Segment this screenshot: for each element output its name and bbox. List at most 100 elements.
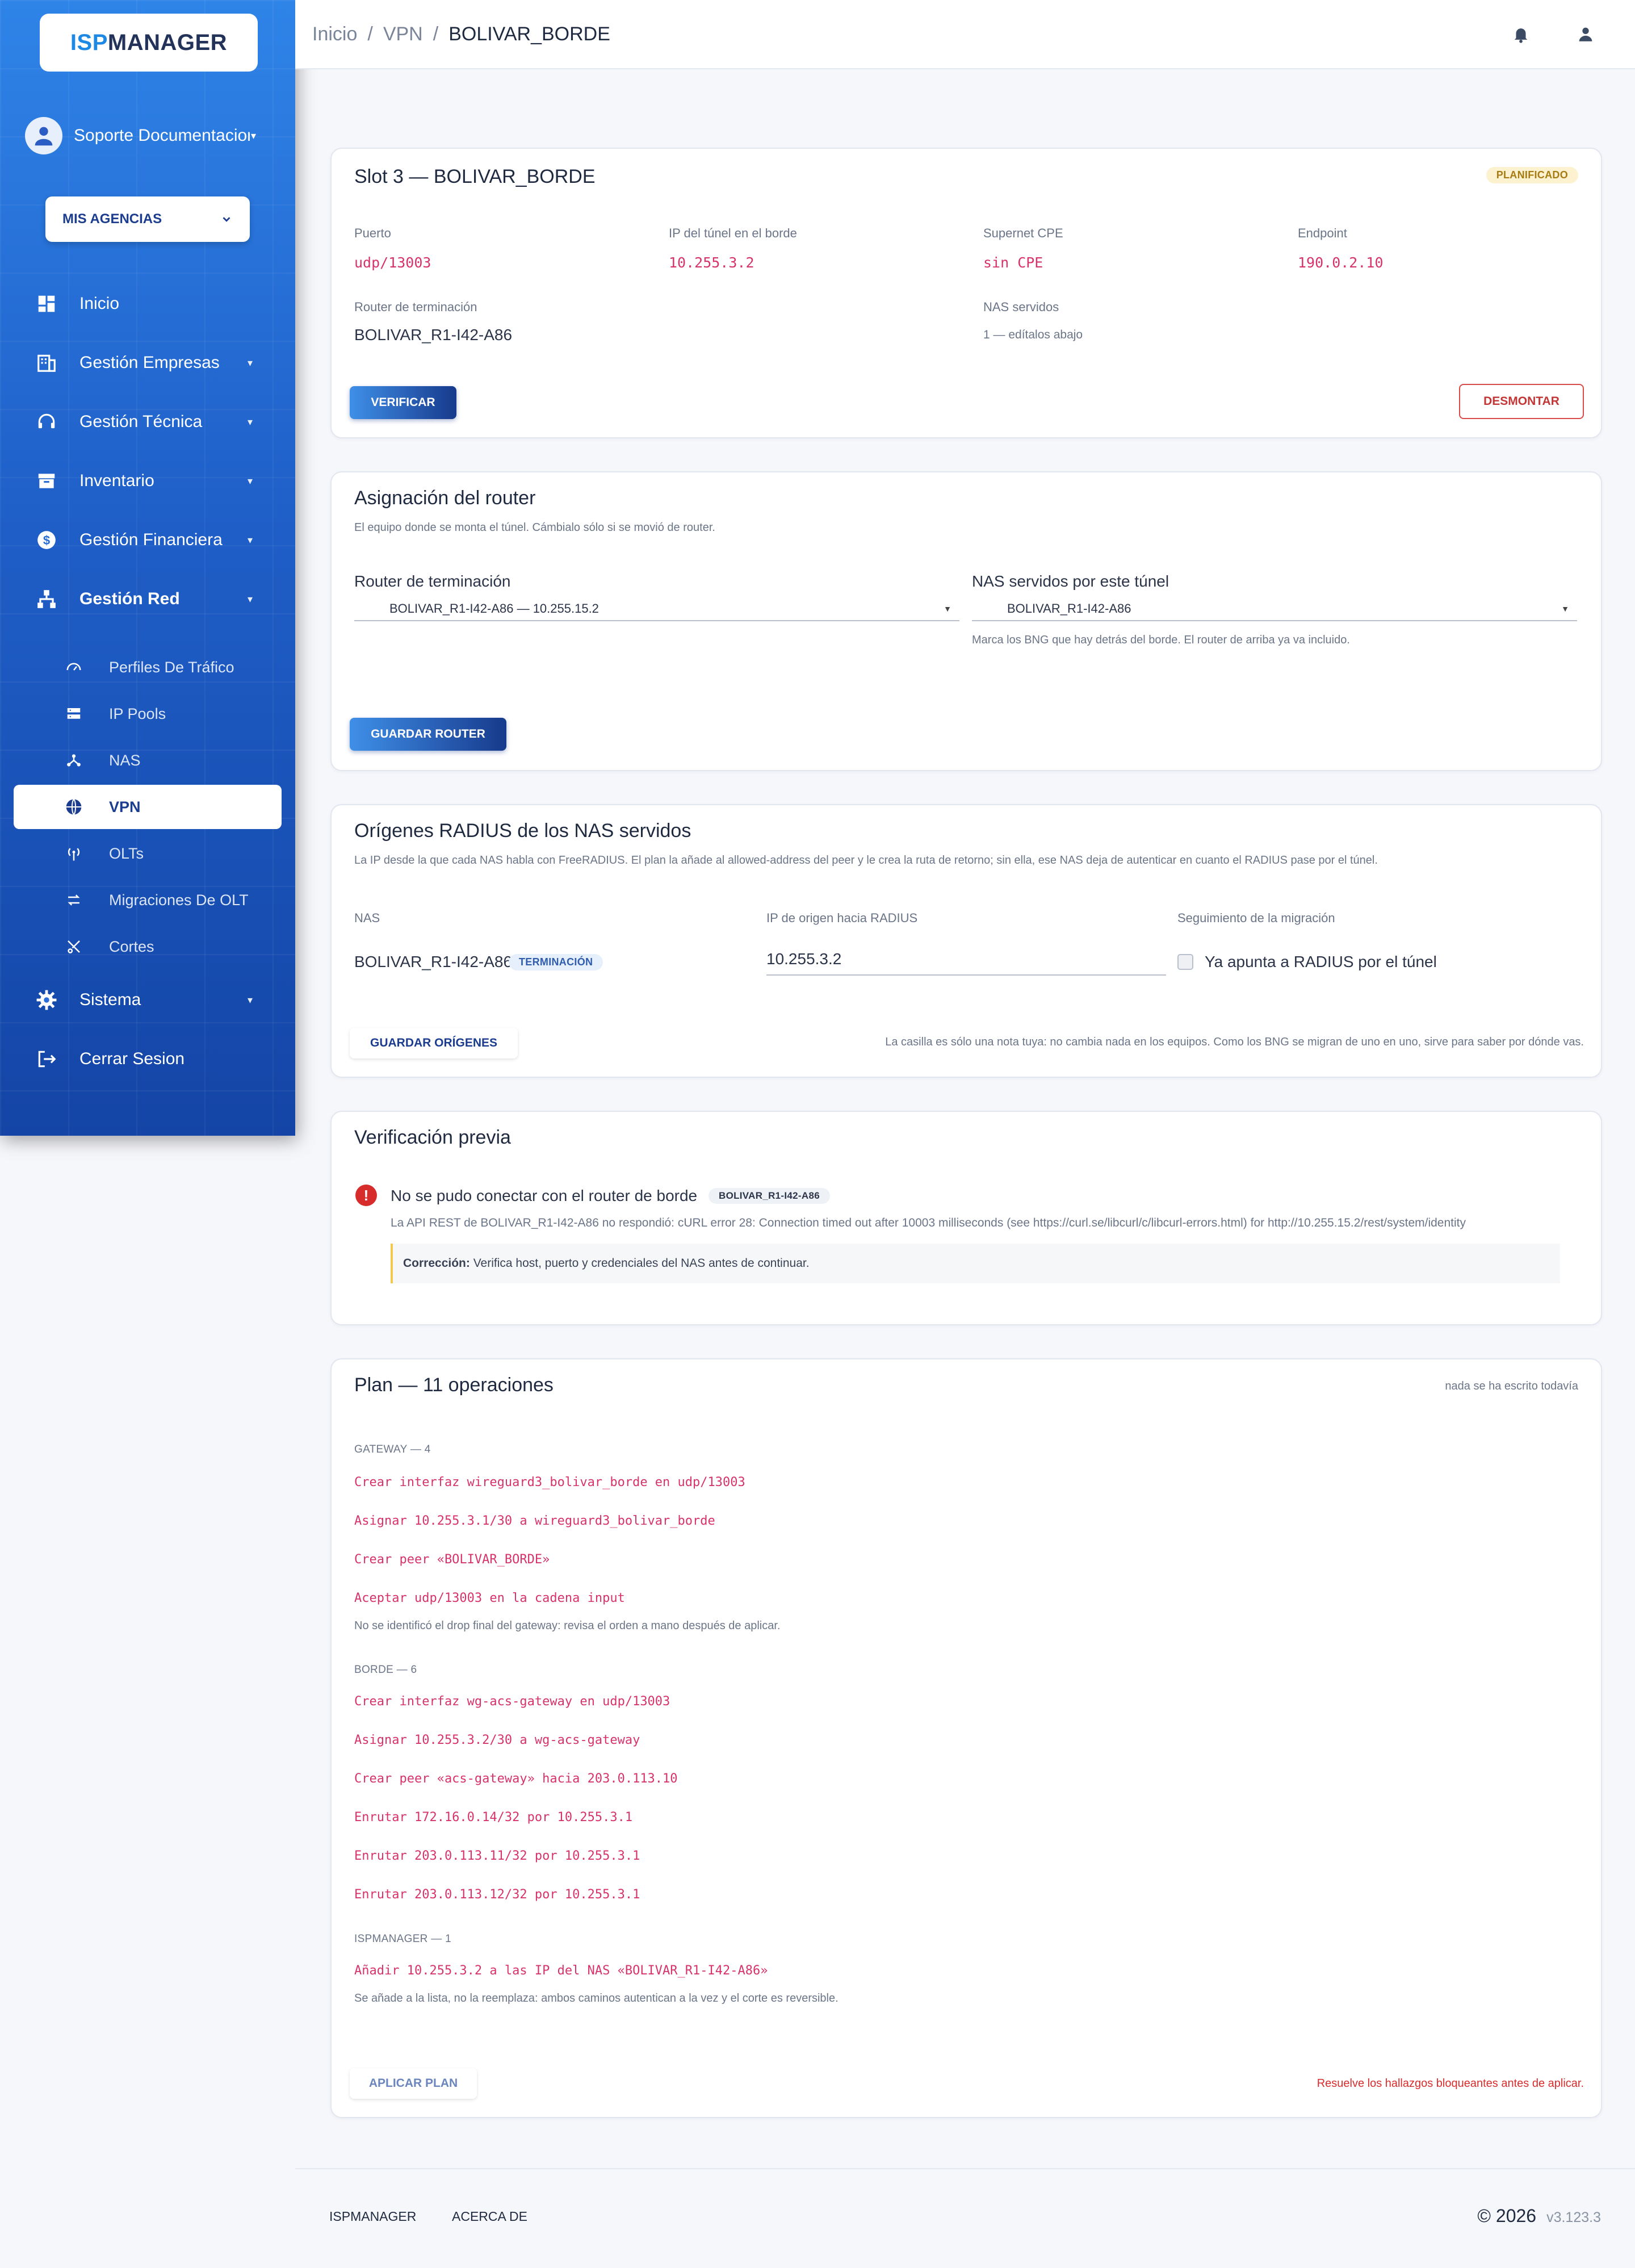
nas-select[interactable]: BOLIVAR_R1-I42-A86 ▼ <box>972 597 1577 621</box>
borde-section-title: BORDE — 6 <box>354 1664 417 1676</box>
plan-title: Plan — 11 operaciones <box>354 1374 554 1396</box>
nav-gestion-financiera[interactable]: $ Gestión Financiera ▾ <box>0 520 295 560</box>
radius-source-ip-value: 10.255.3.2 <box>766 950 842 968</box>
headset-icon <box>34 409 59 434</box>
plan-card: Plan — 11 operaciones nada se ha escrito… <box>330 1358 1602 2118</box>
column-header-tracking: Seguimiento de la migración <box>1177 911 1335 925</box>
nas-select-hint: Marca los BNG que hay detrás del borde. … <box>972 634 1350 646</box>
nas-row-name: BOLIVAR_R1-I42-A86 <box>354 953 513 970</box>
radius-tunnel-checkbox[interactable] <box>1177 954 1193 970</box>
gear-icon <box>34 987 59 1012</box>
nav-label: Sistema <box>79 990 141 1009</box>
user-account-icon[interactable] <box>1571 20 1600 48</box>
correction-label: Corrección: <box>403 1257 470 1270</box>
radius-tunnel-checkbox-label[interactable]: Ya apunta a RADIUS por el túnel <box>1205 953 1437 971</box>
column-header-ip: IP de origen hacia RADIUS <box>766 911 918 925</box>
termination-badge: TERMINACIÓN <box>509 954 603 970</box>
subnav-cortes[interactable]: Cortes <box>0 927 295 966</box>
dashboard-icon <box>34 291 59 316</box>
nav-inventario[interactable]: Inventario ▾ <box>0 461 295 501</box>
subnav-migraciones-olt[interactable]: Migraciones De OLT <box>0 880 295 920</box>
chevron-down-icon: ▾ <box>248 534 253 546</box>
plan-operation: Asignar 10.255.3.1/30 a wireguard3_boliv… <box>354 1514 715 1528</box>
chevron-down-icon <box>223 217 230 222</box>
chevron-down-icon: ▾ <box>248 994 253 1006</box>
gateway-section-title: GATEWAY — 4 <box>354 1443 431 1455</box>
nav-label: Inventario <box>79 471 154 490</box>
router-value: BOLIVAR_R1-I42-A86 <box>354 326 513 344</box>
chevron-down-icon: ▾ <box>248 357 253 369</box>
subnav-perfiles-trafico[interactable]: Perfiles De Tráfico <box>0 647 295 687</box>
verification-title: Verificación previa <box>354 1127 511 1148</box>
ispmanager-section-title: ISPMANAGER — 1 <box>354 1933 452 1945</box>
save-router-button[interactable]: GUARDAR ROUTER <box>350 718 506 751</box>
radius-note: La casilla es sólo una nota tuya: no cam… <box>885 1036 1584 1048</box>
plan-operation: Asignar 10.255.3.2/30 a wg-acs-gateway <box>354 1733 640 1747</box>
agency-selector-button[interactable]: MIS AGENCIAS <box>45 196 250 242</box>
logout-icon <box>34 1047 59 1072</box>
dropdown-arrow-icon: ▼ <box>944 604 951 613</box>
footer-meta: © 2026 v3.123.3 <box>1477 2206 1601 2227</box>
slot-card: Slot 3 — BOLIVAR_BORDE PLANIFICADO Puert… <box>330 148 1602 438</box>
router-select[interactable]: BOLIVAR_R1-I42-A86 — 10.255.15.2 ▼ <box>354 597 959 621</box>
subnav-label: Perfiles De Tráfico <box>109 658 234 676</box>
plan-operation: Enrutar 203.0.113.11/32 por 10.255.3.1 <box>354 1849 640 1863</box>
router-select-value: BOLIVAR_R1-I42-A86 — 10.255.15.2 <box>389 601 599 616</box>
correction-text: Verifica host, puerto y credenciales del… <box>473 1257 810 1270</box>
subnav-olts[interactable]: OLTs <box>0 834 295 873</box>
breadcrumb: Inicio / VPN / BOLIVAR_BORDE <box>312 23 610 45</box>
bell-icon[interactable] <box>1507 20 1535 48</box>
nav-cerrar-sesion[interactable]: Cerrar Sesion <box>0 1039 295 1079</box>
plan-operation: Crear peer «acs-gateway» hacia 203.0.113… <box>354 1772 678 1786</box>
tunnel-ip-value: 10.255.3.2 <box>669 254 754 271</box>
nav-label: Cerrar Sesion <box>79 1049 185 1068</box>
subnav-label: IP Pools <box>109 705 166 722</box>
chevron-down-icon: ▾ <box>251 129 257 141</box>
logo-isp-text: ISP <box>70 30 108 55</box>
save-origins-button[interactable]: GUARDAR ORÍGENES <box>350 1028 518 1058</box>
supernet-value: sin CPE <box>983 254 1043 271</box>
nav-gestion-red[interactable]: Gestión Red ▾ <box>0 579 295 619</box>
breadcrumb-vpn[interactable]: VPN <box>383 23 423 45</box>
correction-box: Corrección: Verifica host, puerto y cred… <box>391 1244 1560 1283</box>
breadcrumb-inicio[interactable]: Inicio <box>312 23 357 45</box>
radius-source-ip-input[interactable]: 10.255.3.2 <box>766 944 1166 976</box>
nav-label: Gestión Financiera <box>79 530 223 549</box>
nav-gestion-tecnica[interactable]: Gestión Técnica ▾ <box>0 402 295 442</box>
nav-sistema[interactable]: Sistema ▾ <box>0 980 295 1020</box>
endpoint-value: 190.0.2.10 <box>1298 254 1384 271</box>
router-label: Router de terminación <box>354 300 477 314</box>
archive-icon <box>34 468 59 493</box>
blocking-warning: Resuelve los hallazgos bloqueantes antes… <box>1317 2077 1584 2090</box>
subnav-vpn[interactable]: VPN <box>14 785 282 829</box>
nav-gestion-empresas[interactable]: Gestión Empresas ▾ <box>0 343 295 383</box>
assignment-title: Asignación del router <box>354 487 536 509</box>
subnav-nas[interactable]: NAS <box>0 740 295 780</box>
footer: ISPMANAGER ACERCA DE © 2026 v3.123.3 <box>295 2168 1635 2268</box>
column-header-nas: NAS <box>354 911 380 925</box>
nas-label: NAS servidos <box>983 300 1059 314</box>
preverification-card: Verificación previa ! No se pudo conecta… <box>330 1111 1602 1325</box>
nas-value: 1 — edítalos abajo <box>983 328 1083 341</box>
topbar: Inicio / VPN / BOLIVAR_BORDE <box>295 0 1635 69</box>
nav-inicio[interactable]: Inicio <box>0 284 295 324</box>
server-icon <box>62 702 85 725</box>
plan-operation: Crear interfaz wg-acs-gateway en udp/130… <box>354 1694 670 1709</box>
hub-icon <box>62 749 85 772</box>
footer-link-ispmanager[interactable]: ISPMANAGER <box>329 2209 416 2224</box>
logo-manager-text: MANAGER <box>107 30 228 55</box>
apply-plan-button[interactable]: APLICAR PLAN <box>350 2068 477 2099</box>
subnav-ip-pools[interactable]: IP Pools <box>0 694 295 734</box>
footer-link-acerca-de[interactable]: ACERCA DE <box>452 2209 527 2224</box>
verify-button[interactable]: VERIFICAR <box>350 386 456 419</box>
error-detail: La API REST de BOLIVAR_R1-I42-A86 no res… <box>391 1216 1466 1229</box>
nav-label: Inicio <box>79 294 120 313</box>
user-menu[interactable]: Soporte Documentacion ▾ <box>25 116 263 156</box>
unmount-button[interactable]: DESMONTAR <box>1459 384 1584 419</box>
nav-label: Gestión Empresas <box>79 353 220 372</box>
version: v3.123.3 <box>1546 2210 1601 2225</box>
router-select-label: Router de terminación <box>354 572 511 590</box>
error-icon: ! <box>355 1185 377 1206</box>
speedometer-icon <box>62 656 85 679</box>
app-logo[interactable]: ISP MANAGER <box>40 14 258 72</box>
